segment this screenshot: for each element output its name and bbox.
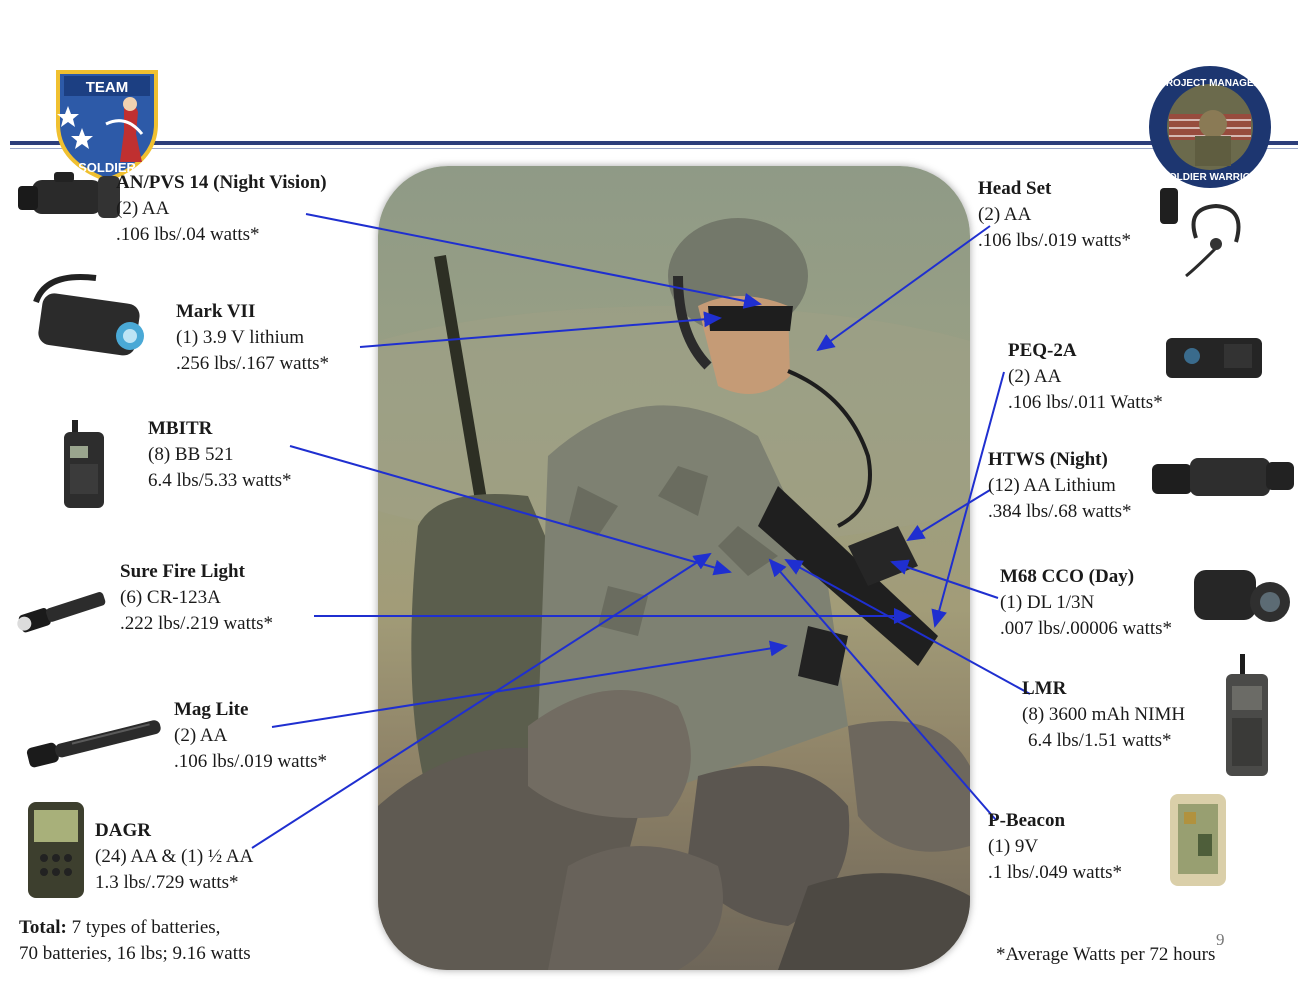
maglite-icon: [26, 720, 161, 768]
item-title: M68 CCO (Day): [1000, 566, 1135, 587]
item-m68-cco: M68 CCO (Day) (1) DL 1/3N .007 lbs/.0000…: [1000, 564, 1172, 642]
m68-cco-sight-icon: [1194, 570, 1290, 622]
total-line2: 70 batteries, 16 lbs; 9.16 watts: [19, 943, 251, 964]
item-spec: .1 lbs/.049 watts*: [988, 862, 1123, 883]
item-spec: 6.4 lbs/5.33 watts*: [148, 470, 292, 491]
surefire-light-icon: [17, 592, 106, 633]
item-title: MBITR: [148, 418, 213, 439]
item-battery: (6) CR-123A: [120, 587, 221, 608]
item-title: LMR: [1022, 678, 1067, 699]
lmr-radio-icon: [1226, 654, 1268, 776]
item-battery: (12) AA Lithium: [988, 475, 1116, 496]
htws-thermal-scope-icon: [1152, 458, 1294, 496]
item-spec: .384 lbs/.68 watts*: [988, 501, 1132, 522]
item-spec: .222 lbs/.219 watts*: [120, 613, 274, 634]
item-battery: (8) 3600 mAh NIMH: [1022, 704, 1186, 725]
soldier-photo: [378, 166, 970, 970]
item-spec: .106 lbs/.011 Watts*: [1008, 392, 1163, 413]
item-peq-2a: PEQ-2A (2) AA .106 lbs/.011 Watts*: [1008, 338, 1163, 416]
total-line1: 7 types of batteries,: [66, 917, 221, 938]
header-rule-thin: [10, 148, 1298, 149]
item-mbitr: MBITR (8) BB 521 6.4 lbs/5.33 watts*: [148, 416, 292, 494]
item-battery: (2) AA: [1008, 366, 1062, 387]
item-battery: (24) AA & (1) ½ AA: [95, 846, 254, 867]
item-title: AN/PVS 14 (Night Vision): [116, 172, 327, 193]
item-htws: HTWS (Night) (12) AA Lithium .384 lbs/.6…: [988, 447, 1132, 525]
item-maglite: Mag Lite (2) AA .106 lbs/.019 watts*: [174, 697, 327, 775]
item-surefire: Sure Fire Light (6) CR-123A .222 lbs/.21…: [120, 559, 273, 637]
page-number: 9: [1216, 930, 1225, 949]
item-spec: .007 lbs/.00006 watts*: [1000, 618, 1173, 639]
item-title: Mag Lite: [174, 699, 249, 720]
header-rule: [10, 141, 1298, 145]
soldier-illustration: [378, 218, 970, 970]
item-title: Mark VII: [176, 301, 256, 322]
total-label: Total:: [19, 917, 67, 938]
item-spec: 1.3 lbs/.729 watts*: [95, 872, 239, 893]
peq-2a-laser-icon: [1166, 338, 1262, 378]
item-battery: (2) AA: [978, 204, 1032, 225]
item-mark-vii: Mark VII (1) 3.9 V lithium .256 lbs/.167…: [176, 299, 329, 377]
seal-top-text: PROJECT MANAGER: [1159, 78, 1261, 89]
item-p-beacon: P-Beacon (1) 9V .1 lbs/.049 watts*: [988, 808, 1122, 886]
item-spec: .106 lbs/.019 watts*: [978, 230, 1132, 251]
team-text: TEAM: [86, 79, 129, 96]
headset-icon: [1160, 188, 1241, 278]
total-summary: Total: 7 types of batteries, 70 batterie…: [19, 915, 251, 967]
item-spec: .256 lbs/.167 watts*: [176, 353, 330, 374]
item-title: HTWS (Night): [988, 449, 1108, 470]
dagr-gps-icon: [28, 802, 84, 898]
mbitr-radio-icon: [64, 420, 104, 508]
mark-vii-laser-icon: [33, 274, 144, 356]
team-soldier-logo: TEAM SOLDIER: [56, 70, 158, 183]
item-battery: (2) AA: [174, 725, 228, 746]
item-title: Sure Fire Light: [120, 561, 245, 582]
item-anpvs14: AN/PVS 14 (Night Vision) (2) AA .106 lbs…: [116, 170, 327, 248]
item-title: P-Beacon: [988, 810, 1066, 831]
item-battery: (1) 9V: [988, 836, 1039, 857]
item-headset: Head Set (2) AA .106 lbs/.019 watts*: [978, 176, 1131, 254]
item-title: PEQ-2A: [1008, 340, 1077, 361]
item-spec: 6.4 lbs/1.51 watts*: [1028, 730, 1172, 751]
item-battery: (8) BB 521: [148, 444, 234, 465]
item-title: DAGR: [95, 820, 151, 841]
footnote: *Average Watts per 72 hours: [996, 944, 1216, 965]
item-battery: (1) 3.9 V lithium: [176, 327, 305, 348]
item-battery: (1) DL 1/3N: [1000, 592, 1095, 613]
item-dagr: DAGR (24) AA & (1) ½ AA 1.3 lbs/.729 wat…: [95, 818, 253, 896]
item-spec: .106 lbs/.04 watts*: [116, 224, 260, 245]
item-battery: (2) AA: [116, 198, 170, 219]
p-beacon-icon: [1170, 794, 1226, 886]
pm-soldier-warrior-seal: PROJECT MANAGER SOLDIER WARRIOR: [1149, 66, 1271, 188]
item-lmr: LMR (8) 3600 mAh NIMH 6.4 lbs/1.51 watts…: [1022, 676, 1185, 754]
item-title: Head Set: [978, 178, 1052, 199]
item-spec: .106 lbs/.019 watts*: [174, 751, 328, 772]
night-vision-monocular-icon: [18, 172, 120, 218]
